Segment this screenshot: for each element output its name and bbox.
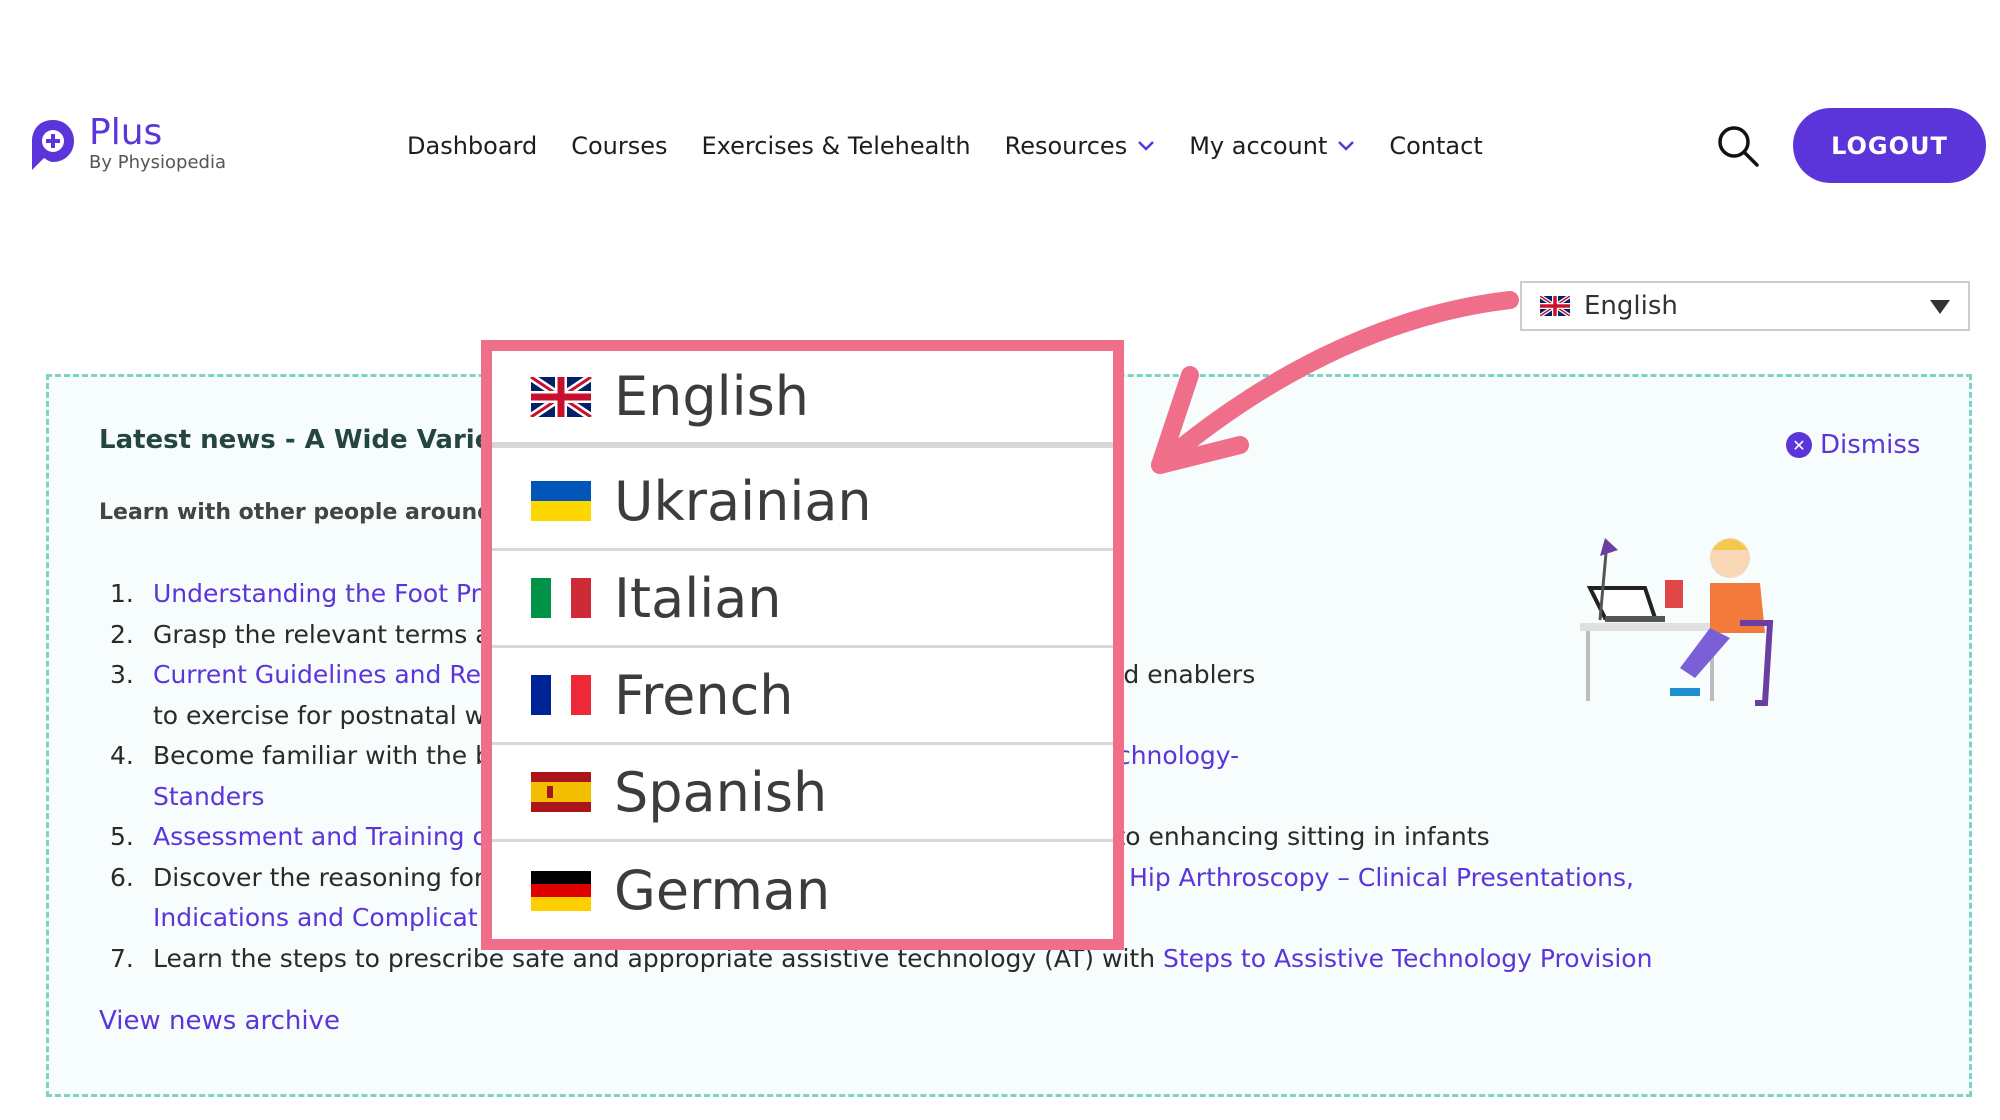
news-article-link[interactable]: Understanding the Foot Pr — [153, 579, 481, 608]
nav-exercises-telehealth[interactable]: Exercises & Telehealth — [702, 132, 971, 160]
news-article-link[interactable]: Standers — [153, 782, 264, 811]
logout-button[interactable]: LOGOUT — [1793, 108, 1986, 183]
news-article-link[interactable]: Current Guidelines and Re — [153, 660, 481, 689]
news-item-text: Become familiar with the b — [153, 741, 491, 770]
search-icon[interactable] — [1716, 124, 1760, 168]
spain-flag-icon — [531, 772, 591, 812]
news-item-number: 5. — [110, 822, 134, 851]
nav-resources[interactable]: Resources — [1005, 132, 1156, 160]
language-select-value: English — [1584, 291, 1678, 321]
nav-my-account[interactable]: My account — [1189, 132, 1355, 160]
news-item-text: Discover the reasoning for — [153, 862, 485, 892]
ukraine-flag-icon — [531, 481, 591, 521]
news-item-number: 4. — [110, 741, 134, 770]
news-item-number: 2. — [110, 619, 134, 649]
close-circle-icon: ✕ — [1786, 432, 1812, 458]
dismiss-button[interactable]: ✕ Dismiss — [1786, 430, 1920, 460]
pointer-arrow-icon — [1151, 291, 1519, 474]
nav-dashboard[interactable]: Dashboard — [407, 132, 537, 160]
news-item-text: to exercise for postnatal w — [153, 700, 486, 730]
language-dropdown-popup: English Ukrainian Italian French Spanish… — [481, 340, 1124, 950]
language-option-german[interactable]: German — [492, 842, 1113, 939]
brand-subtitle: By Physiopedia — [89, 152, 226, 173]
nav-contact[interactable]: Contact — [1389, 132, 1482, 160]
language-option-english[interactable]: English — [492, 351, 1113, 448]
france-flag-icon — [531, 675, 591, 715]
physiopedia-logo-icon[interactable] — [30, 118, 76, 172]
dismiss-label: Dismiss — [1820, 430, 1921, 460]
language-option-label: French — [614, 663, 794, 727]
language-option-label: Italian — [614, 566, 782, 630]
caret-down-icon — [1930, 300, 1950, 314]
news-item-number: 6. — [110, 862, 134, 892]
language-select[interactable]: English — [1520, 281, 1970, 331]
view-news-archive-link[interactable]: View news archive — [99, 1006, 340, 1036]
news-intro: Learn with other people around — [99, 500, 493, 525]
news-item-text: Grasp the relevant terms a — [153, 619, 491, 649]
chevron-down-icon — [1138, 141, 1155, 151]
italy-flag-icon — [531, 578, 591, 618]
language-option-label: Spanish — [614, 760, 828, 824]
language-option-italian[interactable]: Italian — [492, 551, 1113, 648]
nav-exercises-label: Exercises & Telehealth — [701, 132, 971, 160]
language-option-label: English — [614, 365, 809, 428]
main-nav: Dashboard Courses Exercises & Telehealth… — [407, 128, 1517, 164]
news-item-number: 7. — [110, 943, 134, 973]
uk-flag-icon — [1540, 296, 1570, 316]
language-option-label: German — [614, 859, 831, 922]
news-item-number: 3. — [110, 660, 134, 689]
language-option-ukrainian[interactable]: Ukrainian — [492, 454, 1113, 551]
brand-title[interactable]: Plus — [89, 113, 162, 153]
news-article-link[interactable]: Assessment and Training o — [153, 822, 488, 851]
chevron-down-icon — [1338, 141, 1355, 151]
nav-dashboard-label: Dashboard — [407, 132, 538, 160]
nav-courses-label: Courses — [571, 132, 668, 160]
news-article-link[interactable]: Steps to Assistive Technology Provision — [1163, 944, 1652, 973]
news-title: Latest news - A Wide Variety — [99, 425, 522, 455]
language-option-spanish[interactable]: Spanish — [492, 745, 1113, 842]
news-article-link[interactable]: Indications and Complicat — [153, 903, 478, 932]
nav-contact-label: Contact — [1389, 132, 1483, 160]
language-option-label: Ukrainian — [614, 469, 872, 533]
germany-flag-icon — [531, 870, 591, 911]
nav-my-account-label: My account — [1189, 132, 1328, 160]
nav-courses[interactable]: Courses — [571, 132, 667, 160]
language-option-french[interactable]: French — [492, 648, 1113, 745]
nav-resources-label: Resources — [1004, 132, 1128, 160]
news-article-link[interactable]: Hip Arthroscopy – Clinical Presentations… — [1129, 863, 1634, 892]
news-item-number: 1. — [110, 579, 134, 608]
person-at-desk-illustration — [1580, 538, 1774, 706]
uk-flag-icon — [530, 376, 592, 417]
